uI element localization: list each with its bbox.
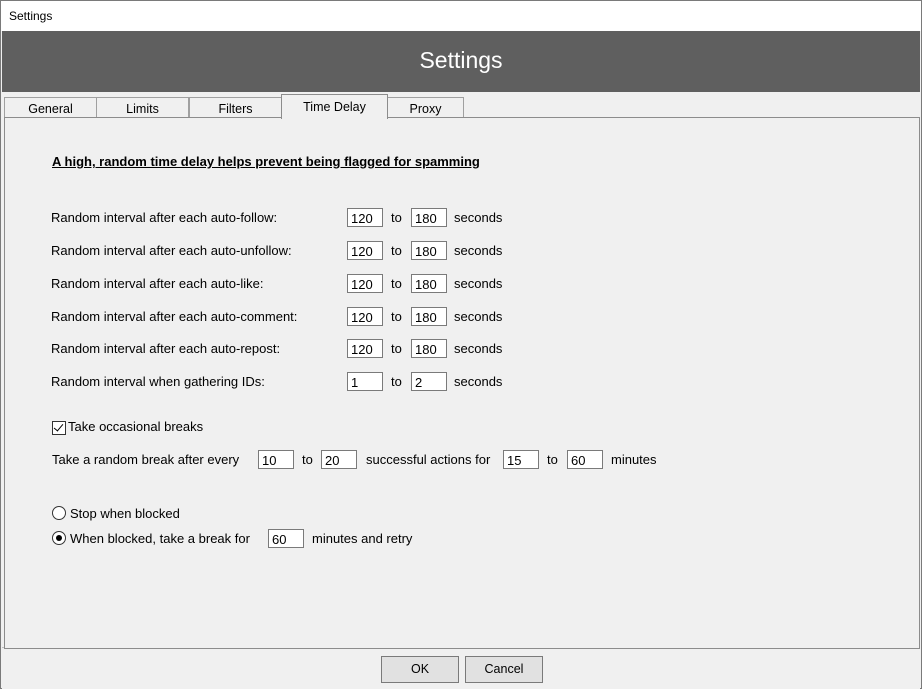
break-middle-label: successful actions for — [366, 452, 491, 467]
cancel-button[interactable]: Cancel — [465, 656, 543, 683]
tab-general[interactable]: General — [4, 97, 97, 118]
tab-time-delay[interactable]: Time Delay — [281, 94, 388, 119]
header-title: Settings — [419, 47, 503, 73]
time-delay-heading: A high, random time delay helps prevent … — [52, 154, 480, 169]
comment-min-input[interactable]: 120 — [347, 307, 383, 326]
unfollow-max-input[interactable]: 180 — [411, 241, 447, 260]
comment-max-input[interactable]: 180 — [411, 307, 447, 326]
follow-min-input[interactable]: 120 — [347, 208, 383, 227]
to-label: to — [391, 243, 402, 258]
to-label: to — [302, 452, 313, 467]
break-prefix-label: Take a random break after every — [52, 452, 240, 467]
seconds-label: seconds — [454, 309, 503, 324]
repost-max-input[interactable]: 180 — [411, 339, 447, 358]
break-actions-min-input[interactable]: 10 — [258, 450, 294, 469]
gathering-min-input[interactable]: 1 — [347, 372, 383, 391]
window-title: Settings — [9, 9, 53, 23]
break-minutes-label: minutes — [611, 452, 657, 467]
dialog-footer: OK Cancel — [2, 647, 920, 689]
ok-button[interactable]: OK — [381, 656, 459, 683]
tab-filters[interactable]: Filters — [189, 97, 282, 118]
to-label: to — [391, 276, 402, 291]
repost-min-input[interactable]: 120 — [347, 339, 383, 358]
interval-label-gathering: Random interval when gathering IDs: — [51, 374, 265, 389]
seconds-label: seconds — [454, 210, 503, 225]
seconds-label: seconds — [454, 341, 503, 356]
stop-when-blocked-label[interactable]: Stop when blocked — [70, 506, 180, 521]
seconds-label: seconds — [454, 374, 503, 389]
take-breaks-checkbox[interactable] — [52, 421, 66, 435]
to-label: to — [391, 309, 402, 324]
retry-minutes-input[interactable]: 60 — [268, 529, 304, 548]
tab-proxy[interactable]: Proxy — [387, 97, 464, 118]
interval-label-repost: Random interval after each auto-repost: — [51, 341, 281, 356]
like-min-input[interactable]: 120 — [347, 274, 383, 293]
seconds-label: seconds — [454, 243, 503, 258]
settings-window: Settings Settings General Limits Filters… — [0, 0, 922, 689]
retry-when-blocked-radio[interactable] — [52, 531, 66, 545]
seconds-label: seconds — [454, 276, 503, 291]
title-bar: Settings — [1, 1, 921, 31]
interval-label-unfollow: Random interval after each auto-unfollow… — [51, 243, 292, 258]
retry-when-blocked-label[interactable]: When blocked, take a break for — [70, 531, 250, 546]
time-delay-panel: A high, random time delay helps prevent … — [4, 117, 920, 649]
interval-label-comment: Random interval after each auto-comment: — [51, 309, 298, 324]
unfollow-min-input[interactable]: 120 — [347, 241, 383, 260]
break-actions-max-input[interactable]: 20 — [321, 450, 357, 469]
to-label: to — [391, 210, 402, 225]
stop-when-blocked-radio[interactable] — [52, 506, 66, 520]
to-label: to — [391, 341, 402, 356]
settings-header: Settings — [2, 31, 920, 92]
to-label: to — [391, 374, 402, 389]
follow-max-input[interactable]: 180 — [411, 208, 447, 227]
tab-limits[interactable]: Limits — [96, 97, 189, 118]
interval-label-follow: Random interval after each auto-follow: — [51, 210, 278, 225]
to-label: to — [547, 452, 558, 467]
retry-suffix-label: minutes and retry — [312, 531, 413, 546]
interval-label-like: Random interval after each auto-like: — [51, 276, 264, 291]
take-breaks-label[interactable]: Take occasional breaks — [68, 419, 203, 434]
like-max-input[interactable]: 180 — [411, 274, 447, 293]
gathering-max-input[interactable]: 2 — [411, 372, 447, 391]
break-minutes-min-input[interactable]: 15 — [503, 450, 539, 469]
break-minutes-max-input[interactable]: 60 — [567, 450, 603, 469]
